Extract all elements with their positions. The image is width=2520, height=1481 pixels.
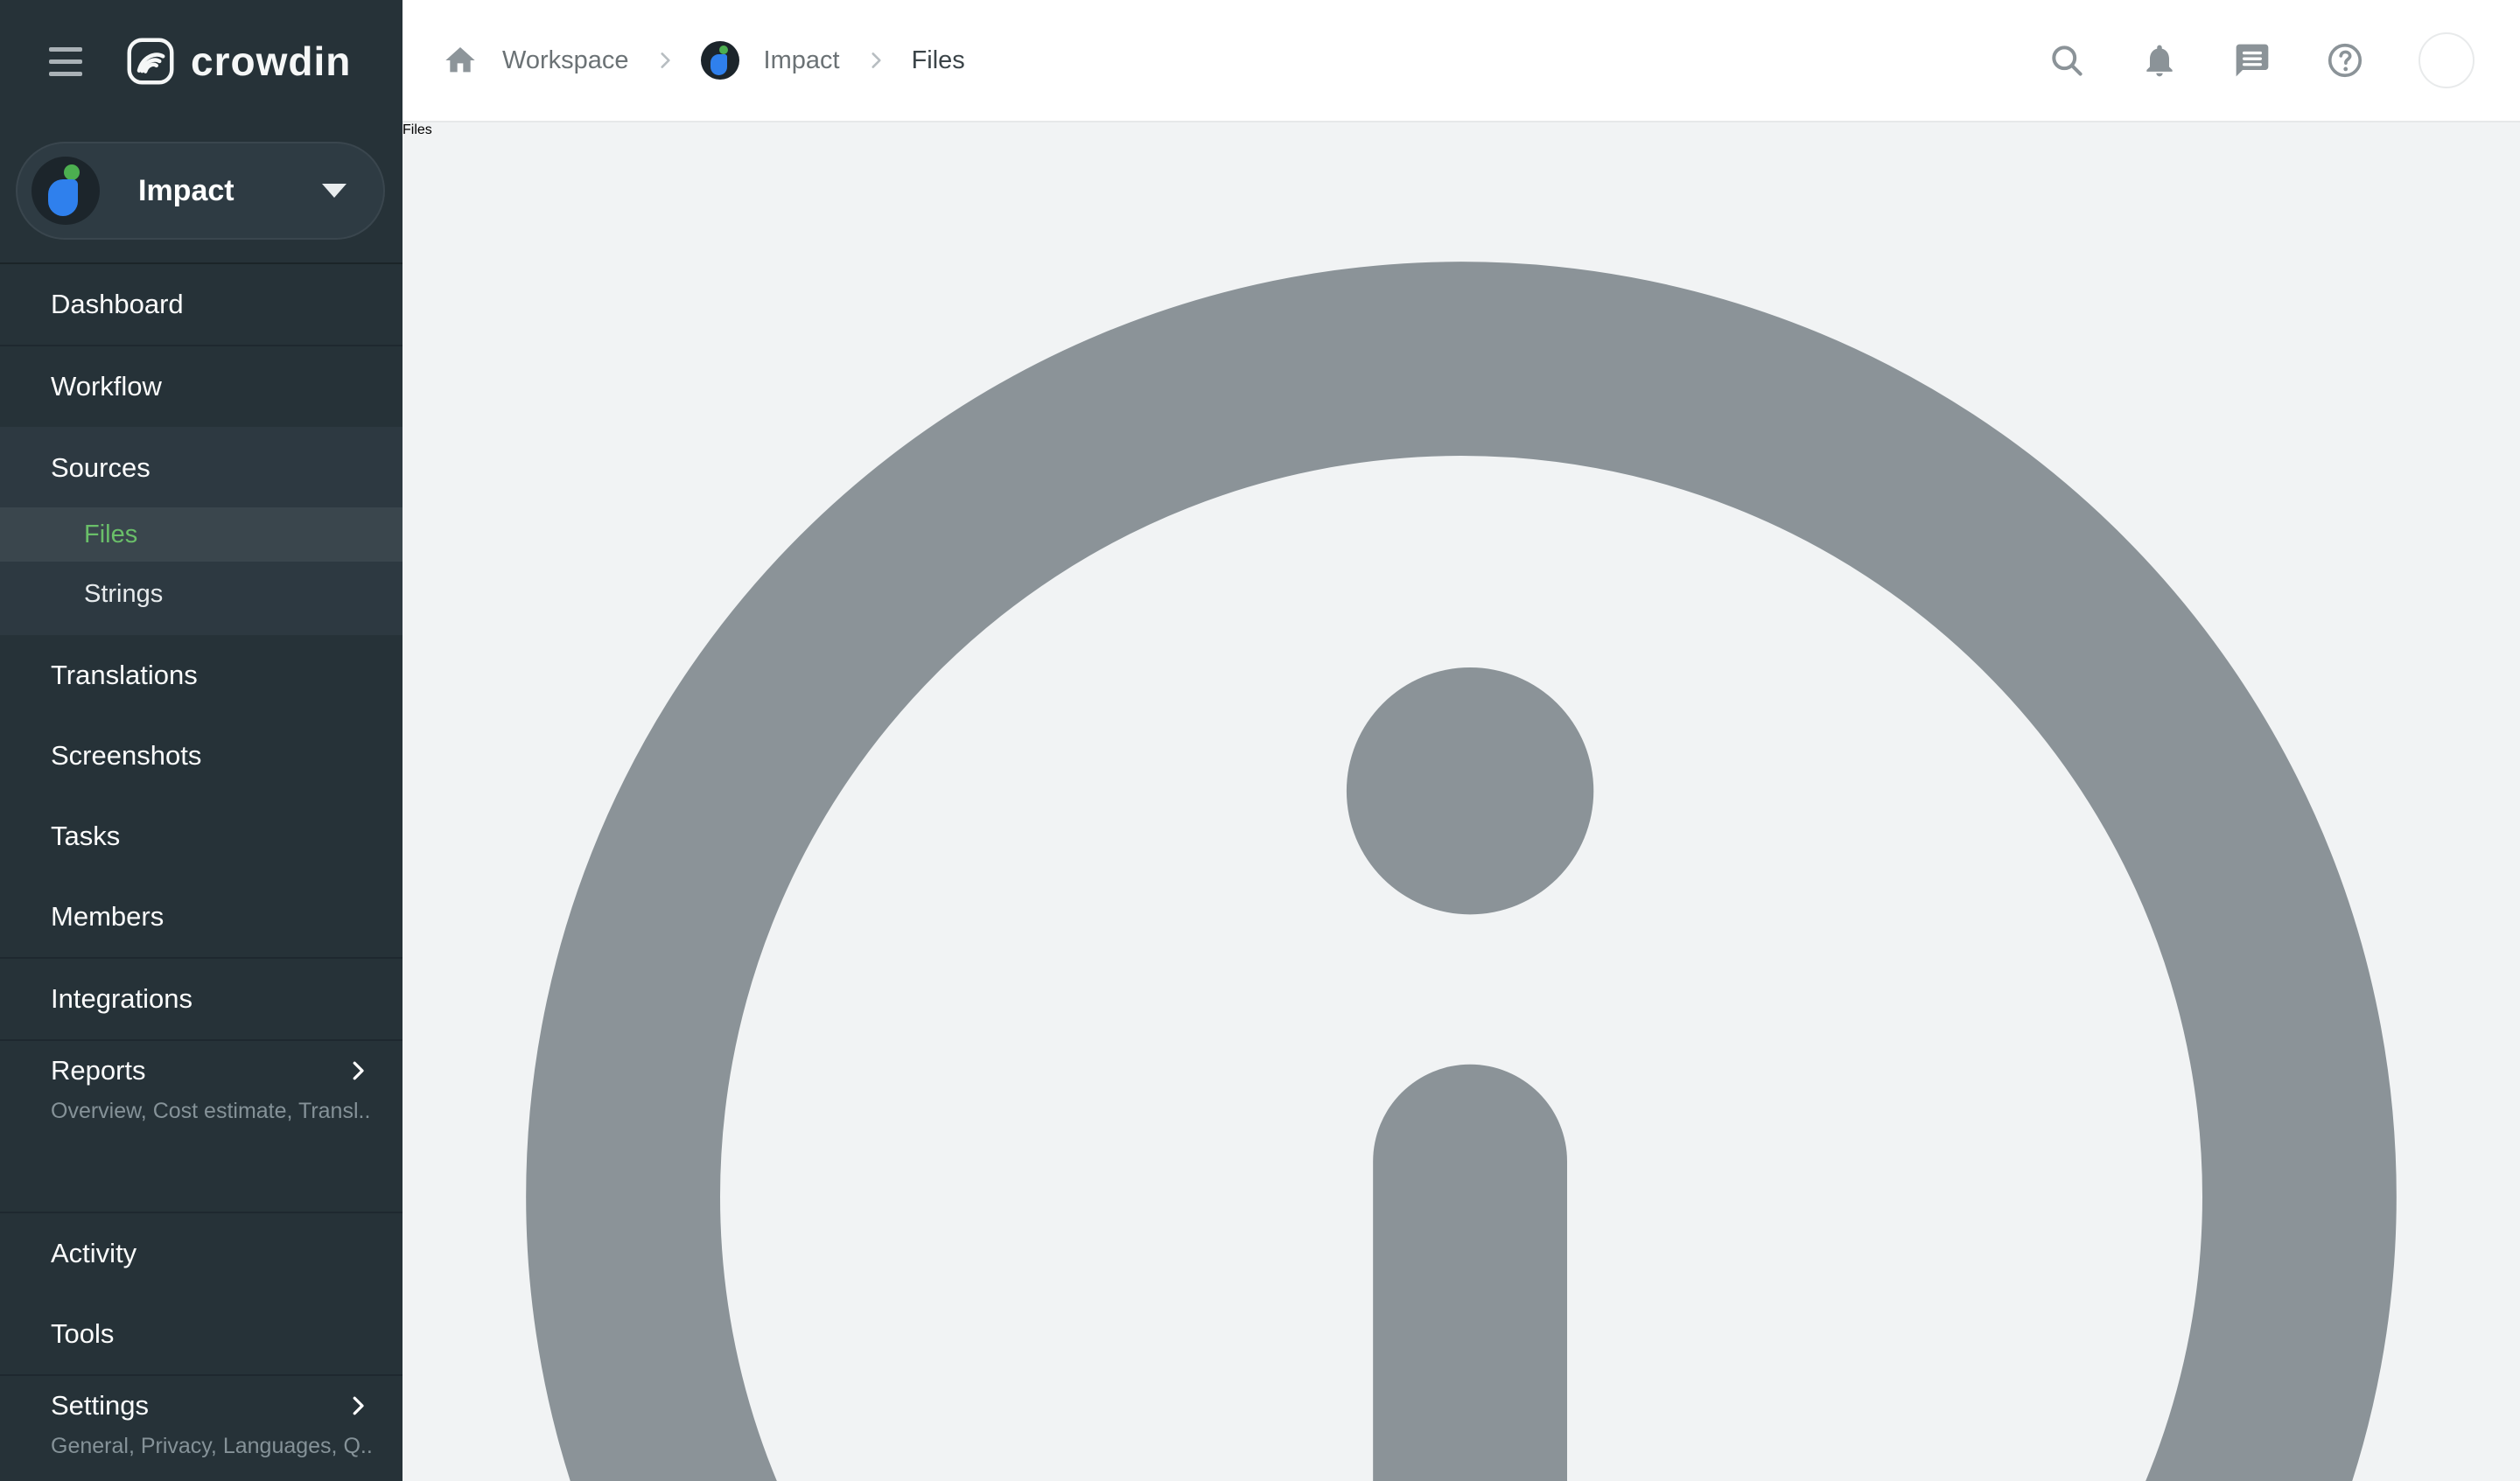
- breadcrumb-workspace[interactable]: Workspace: [502, 46, 629, 75]
- topbar: Workspace Impact Files: [402, 0, 2520, 122]
- app-window: crowdin Impact Dashboard Workflow Source…: [0, 0, 2520, 1481]
- sidebar-item-tools[interactable]: Tools: [0, 1294, 402, 1374]
- sidebar-item-tasks[interactable]: Tasks: [0, 796, 402, 877]
- page-header: Files: [402, 122, 2520, 1481]
- project-name: Impact: [138, 174, 322, 208]
- crowdin-logo[interactable]: crowdin: [126, 37, 351, 86]
- sidebar-item-screenshots[interactable]: Screenshots: [0, 716, 402, 796]
- sidebar-item-subtitle: Overview, Cost estimate, Transl...: [51, 1099, 371, 1124]
- sidebar-item-integrations[interactable]: Integrations: [0, 959, 402, 1039]
- breadcrumb-separator-icon: [864, 49, 887, 72]
- breadcrumb-current: Files: [912, 46, 965, 75]
- chevron-right-icon: [345, 1058, 371, 1084]
- main-area: Workspace Impact Files: [402, 0, 2520, 1481]
- sidebar-item-files[interactable]: Files: [0, 507, 402, 562]
- crowdin-wordmark: crowdin: [191, 38, 351, 85]
- breadcrumb: Workspace Impact Files: [443, 41, 965, 80]
- sidebar-item-strings[interactable]: Strings: [0, 562, 402, 626]
- sidebar-item-translations[interactable]: Translations: [0, 635, 402, 716]
- sidebar-item-label: Reports: [51, 1055, 345, 1086]
- sidebar-item-dashboard[interactable]: Dashboard: [0, 264, 402, 345]
- sidebar-item-workflow[interactable]: Workflow: [0, 346, 402, 427]
- project-switcher[interactable]: Impact: [16, 142, 385, 240]
- chevron-down-icon: [322, 184, 346, 198]
- sidebar-item-subtitle: General, Privacy, Languages, Q...: [51, 1434, 371, 1459]
- breadcrumb-project-avatar: [701, 41, 739, 80]
- home-icon[interactable]: [443, 43, 478, 78]
- sidebar-item-activity[interactable]: Activity: [0, 1213, 402, 1294]
- sidebar-header: crowdin: [0, 0, 402, 122]
- page-title: Files: [402, 122, 432, 137]
- sidebar-item-members[interactable]: Members: [0, 877, 402, 957]
- search-icon[interactable]: [2048, 41, 2086, 80]
- sidebar: crowdin Impact Dashboard Workflow Source…: [0, 0, 402, 1481]
- sidebar-item-reports[interactable]: Reports Overview, Cost estimate, Transl.…: [0, 1041, 402, 1212]
- sidebar-section-sources: Sources Files Strings: [0, 427, 402, 635]
- sidebar-item-label: Settings: [51, 1390, 345, 1422]
- chevron-right-icon: [345, 1393, 371, 1419]
- help-icon[interactable]: [2326, 41, 2364, 80]
- user-avatar[interactable]: [2418, 32, 2474, 88]
- sidebar-item-settings[interactable]: Settings General, Privacy, Languages, Q.…: [0, 1376, 402, 1459]
- crowdin-logo-icon: [126, 37, 175, 86]
- project-avatar: [32, 157, 100, 225]
- sidebar-item-sources[interactable]: Sources: [0, 429, 402, 507]
- menu-icon[interactable]: [49, 47, 82, 76]
- breadcrumb-separator-icon: [654, 49, 676, 72]
- sidebar-nav: Dashboard Workflow Sources Files Strings…: [0, 264, 402, 1459]
- breadcrumb-project[interactable]: Impact: [764, 46, 840, 75]
- messages-icon[interactable]: [2233, 41, 2272, 80]
- notifications-icon[interactable]: [2140, 41, 2179, 80]
- topbar-actions: [2048, 32, 2474, 88]
